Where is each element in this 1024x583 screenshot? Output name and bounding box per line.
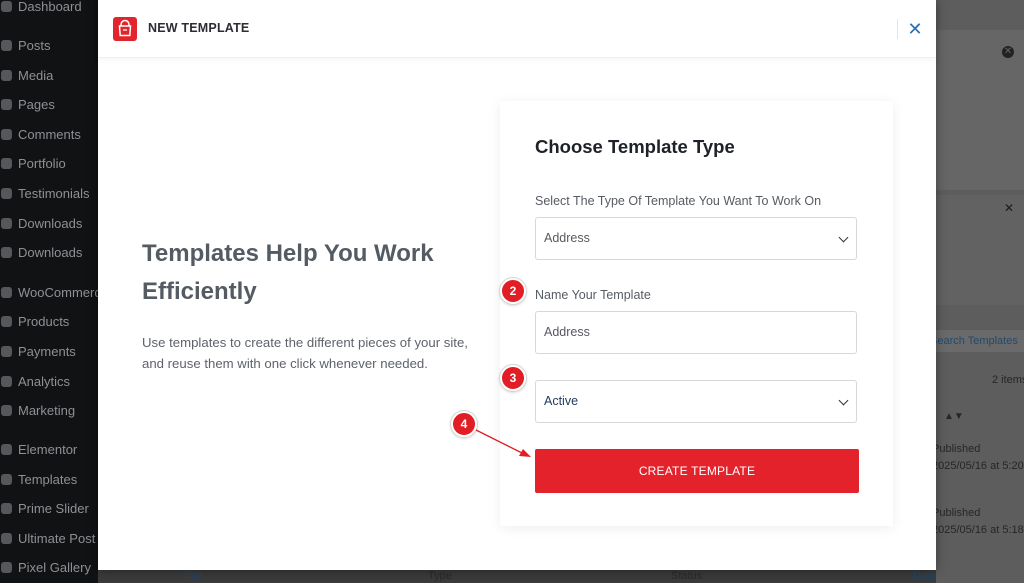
- intro-description: Use templates to create the different pi…: [142, 335, 468, 371]
- template-type-select[interactable]: Address: [535, 217, 857, 260]
- chevron-down-icon: [838, 395, 849, 406]
- dashboard-icon: [1, 0, 12, 12]
- sidebar-item-prime-slider[interactable]: Prime Slider: [0, 498, 110, 518]
- sidebar-item-woocommerce[interactable]: WooCommerce: [0, 282, 110, 302]
- sidebar-item-downloads-2[interactable]: Downloads: [0, 242, 110, 262]
- step-3-badge: 3: [500, 365, 526, 391]
- sidebar-item-portfolio[interactable]: Portfolio: [0, 153, 110, 173]
- template-name-input[interactable]: Address: [535, 311, 857, 354]
- background-content-right: ✕ ✕ Search Templates 2 items ▲▼ Publishe…: [926, 0, 1024, 583]
- products-icon: [1, 315, 12, 327]
- portfolio-icon: [1, 157, 12, 169]
- sidebar-item-ultimate-post[interactable]: Ultimate Post: [0, 528, 110, 548]
- dismiss-notice-2-icon[interactable]: ✕: [1004, 201, 1014, 215]
- template-status-value: Active: [544, 394, 579, 408]
- ultimate-post-icon: [1, 532, 12, 544]
- marketing-icon: [1, 404, 12, 416]
- search-templates-button[interactable]: Search Templates: [930, 335, 1018, 347]
- sidebar-item-pages[interactable]: Pages: [0, 94, 110, 114]
- column-date-header[interactable]: Date: [913, 570, 936, 582]
- column-title-header[interactable]: Title: [182, 570, 202, 582]
- step-2-badge: 2: [500, 278, 526, 304]
- sidebar-item-comments[interactable]: Comments: [0, 124, 110, 144]
- woocommerce-icon: [1, 286, 12, 298]
- modal-title: NEW TEMPLATE: [148, 21, 250, 35]
- step-4-badge: 4: [451, 411, 477, 437]
- admin-sidebar: Dashboard Posts Media Pages Comments Por…: [0, 0, 108, 583]
- template-name-placeholder: Address: [544, 325, 590, 339]
- intro-heading: Templates Help You Work Efficiently: [142, 240, 434, 305]
- form-title: Choose Template Type: [535, 136, 735, 157]
- sidebar-item-templates[interactable]: Templates: [0, 469, 110, 489]
- payments-icon: [1, 345, 12, 357]
- row-date: 2025/05/16 at 5:20: [932, 460, 1024, 472]
- pages-icon: [1, 98, 12, 110]
- downloads-icon: [1, 246, 12, 258]
- template-form-card: Choose Template Type Select The Type Of …: [500, 101, 893, 526]
- sidebar-item-downloads[interactable]: Downloads: [0, 213, 110, 233]
- posts-icon: [1, 39, 12, 51]
- column-type-header[interactable]: Type: [428, 570, 452, 582]
- sidebar-item-testimonials[interactable]: Testimonials: [0, 183, 110, 203]
- items-count: 2 items: [992, 374, 1024, 386]
- template-type-value: Address: [544, 231, 590, 245]
- table-footer-strip: Title Type Status Date: [98, 570, 1024, 583]
- modal-header: NEW TEMPLATE ✕: [98, 0, 936, 58]
- sidebar-item-marketing[interactable]: Marketing: [0, 400, 110, 420]
- column-status-header[interactable]: Status: [671, 570, 702, 582]
- templates-icon: [1, 473, 12, 485]
- sidebar-item-posts[interactable]: Posts: [0, 35, 110, 55]
- analytics-icon: [1, 375, 12, 387]
- sidebar-item-elementor[interactable]: Elementor: [0, 439, 110, 459]
- create-template-button[interactable]: CREATE TEMPLATE: [535, 449, 859, 493]
- testimonials-icon: [1, 187, 12, 199]
- row-status: Published: [932, 443, 981, 455]
- template-name-label: Name Your Template: [535, 288, 651, 302]
- dismiss-notice-icon[interactable]: ✕: [1002, 46, 1014, 58]
- sidebar-item-analytics[interactable]: Analytics: [0, 371, 110, 391]
- sidebar-item-dashboard[interactable]: Dashboard: [0, 0, 110, 16]
- pixel-gallery-icon: [1, 561, 12, 573]
- sidebar-item-pixel-gallery[interactable]: Pixel Gallery: [0, 557, 110, 577]
- prime-slider-icon: [1, 502, 12, 514]
- sidebar-item-payments[interactable]: Payments: [0, 341, 110, 361]
- comments-icon: [1, 128, 12, 140]
- sidebar-item-products[interactable]: Products: [0, 311, 110, 331]
- template-status-select[interactable]: Active: [535, 380, 857, 423]
- media-icon: [1, 69, 12, 81]
- sidebar-item-media[interactable]: Media: [0, 65, 110, 85]
- downloads-icon: [1, 217, 12, 229]
- elementor-icon: [1, 443, 12, 455]
- elementor-template-bag-icon: [113, 17, 137, 41]
- sort-arrows-icon[interactable]: ▲▼: [944, 411, 964, 422]
- chevron-down-icon: [838, 232, 849, 243]
- header-divider: [897, 19, 898, 39]
- template-type-label: Select The Type Of Template You Want To …: [535, 194, 822, 208]
- close-icon[interactable]: ✕: [904, 18, 926, 40]
- row-status: Published: [932, 507, 981, 519]
- row-date: 2025/05/16 at 5:18: [932, 524, 1024, 536]
